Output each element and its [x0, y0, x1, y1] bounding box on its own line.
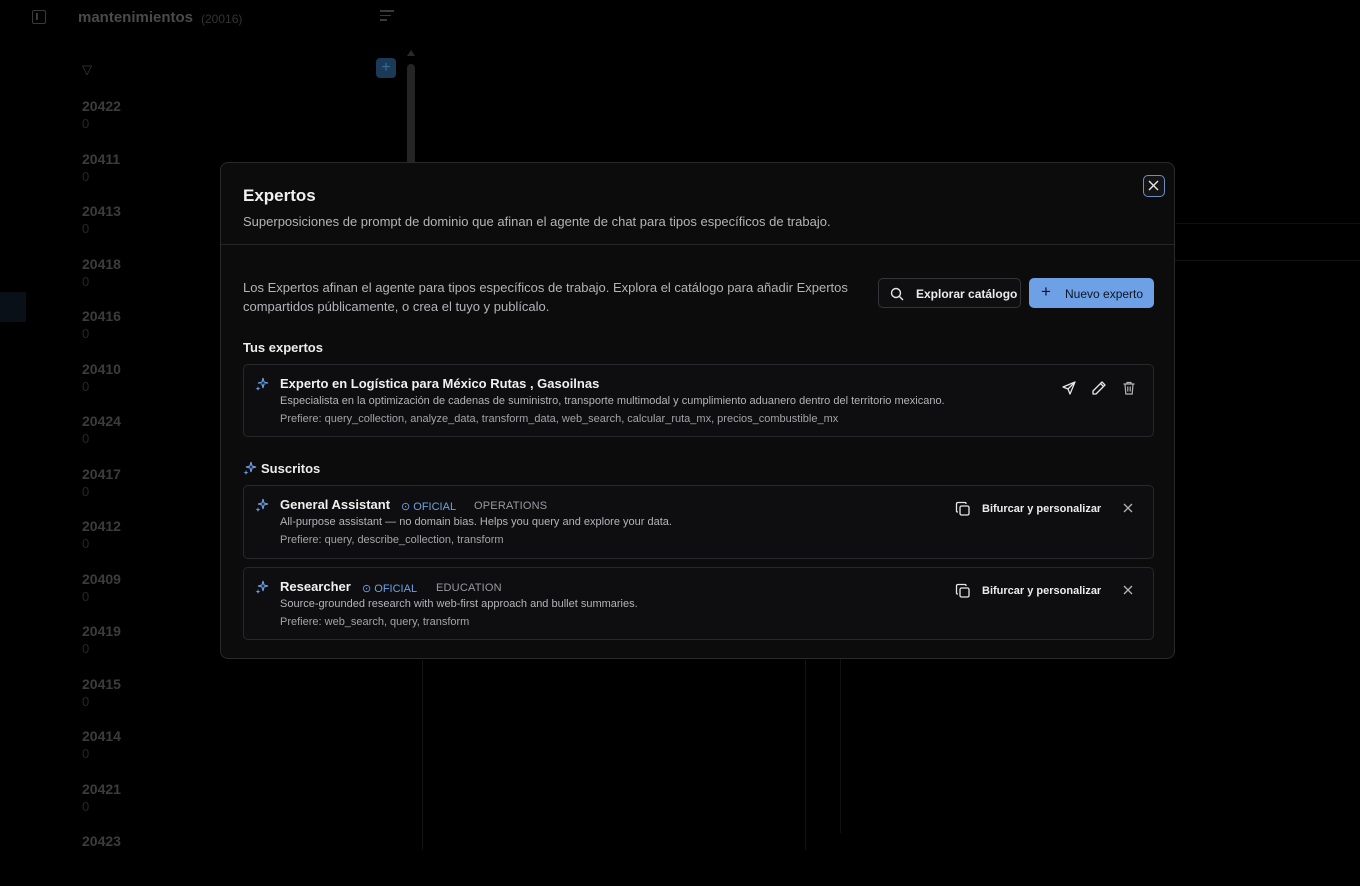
- experts-modal: Expertos Superposiciones de prompt de do…: [220, 162, 1175, 659]
- scrollbar-thumb[interactable]: [407, 64, 415, 174]
- list-item[interactable]: 20423: [82, 833, 382, 886]
- official-badge: ⊙ OFICIAL: [401, 501, 457, 513]
- explore-catalog-label: Explorar catálogo: [916, 287, 1018, 301]
- sparkles-icon: [243, 461, 257, 475]
- active-indicator: [0, 292, 26, 322]
- subscribed-title: Suscritos: [261, 461, 321, 476]
- filter-icon[interactable]: ▽: [82, 62, 92, 78]
- scroll-up-arrow[interactable]: [407, 50, 415, 56]
- explore-catalog-button[interactable]: Explorar catálogo: [878, 278, 1021, 308]
- fork-customize-button[interactable]: Bifurcar y personalizar: [955, 501, 1107, 517]
- category-label: EDUCATION: [436, 582, 502, 594]
- edit-icon[interactable]: [1091, 380, 1107, 396]
- expert-description: Especialista en la optimización de caden…: [280, 395, 945, 407]
- sidebar-toggle-icon[interactable]: [32, 10, 46, 24]
- expert-name: Researcher: [280, 579, 351, 594]
- unsubscribe-close-icon[interactable]: [1121, 583, 1135, 597]
- list-item[interactable]: 20422 0: [82, 98, 382, 151]
- subscribed-expert-card[interactable]: Researcher ⊙ OFICIAL EDUCATION Source-gr…: [243, 567, 1154, 640]
- official-badge: ⊙ OFICIAL: [362, 583, 418, 595]
- sparkles-icon: [255, 580, 269, 594]
- sparkles-icon: [255, 377, 269, 391]
- expert-prefers: Prefiere: web_search, query, transform: [280, 616, 470, 628]
- list-item[interactable]: 20415 0: [82, 676, 382, 729]
- modal-header: Expertos Superposiciones de prompt de do…: [221, 163, 1174, 245]
- collection-title: mantenimientos: [78, 9, 194, 26]
- expert-description: All-purpose assistant — no domain bias. …: [280, 516, 672, 528]
- category-label: OPERATIONS: [474, 500, 548, 512]
- sparkles-icon: [255, 498, 269, 512]
- fork-customize-label: Bifurcar y personalizar: [982, 503, 1102, 515]
- sort-icon[interactable]: [380, 10, 406, 24]
- subscribed-heading: Suscritos: [243, 461, 320, 476]
- send-icon[interactable]: [1061, 380, 1077, 396]
- center-panel: [422, 660, 806, 850]
- copy-icon: [955, 501, 970, 516]
- collection-count: (20016): [201, 12, 243, 26]
- copy-icon: [955, 583, 970, 598]
- divider: [1176, 223, 1360, 224]
- expert-prefers: Prefiere: query_collection, analyze_data…: [280, 413, 839, 425]
- fork-customize-button[interactable]: Bifurcar y personalizar: [955, 583, 1107, 599]
- expert-prefers: Prefiere: query, describe_collection, tr…: [280, 534, 504, 546]
- plus-icon: +: [1041, 282, 1051, 301]
- search-icon: [890, 287, 904, 301]
- expert-card[interactable]: Experto en Logística para México Rutas ,…: [243, 364, 1154, 437]
- expert-description: Source-grounded research with web-first …: [280, 598, 638, 610]
- fork-customize-label: Bifurcar y personalizar: [982, 585, 1102, 597]
- trash-icon[interactable]: [1121, 380, 1137, 396]
- intro-text: Los Expertos afinan el agente para tipos…: [243, 280, 848, 314]
- modal-title: Expertos: [243, 186, 316, 205]
- modal-subtitle: Superposiciones de prompt de dominio que…: [243, 214, 831, 229]
- your-experts-heading: Tus expertos: [243, 340, 323, 355]
- add-record-icon[interactable]: +: [376, 58, 396, 78]
- new-expert-button[interactable]: + Nuevo experto: [1029, 278, 1154, 308]
- subscribed-expert-card[interactable]: General Assistant ⊙ OFICIAL OPERATIONS A…: [243, 485, 1154, 559]
- close-button[interactable]: [1143, 175, 1165, 197]
- close-icon: [1148, 180, 1159, 191]
- list-item[interactable]: 20414 0: [82, 728, 382, 781]
- unsubscribe-close-icon[interactable]: [1121, 501, 1135, 515]
- list-item[interactable]: 20421 0: [82, 781, 382, 834]
- new-expert-label: Nuevo experto: [1065, 287, 1144, 301]
- expert-name: Experto en Logística para México Rutas ,…: [280, 376, 600, 391]
- expert-name: General Assistant: [280, 497, 391, 512]
